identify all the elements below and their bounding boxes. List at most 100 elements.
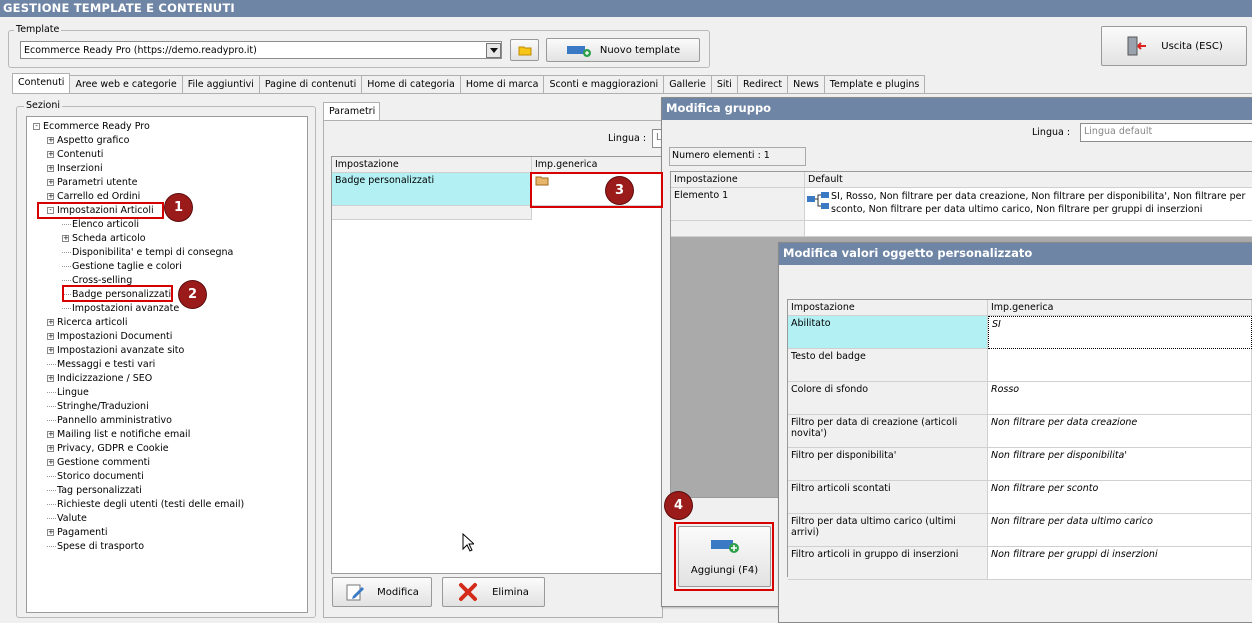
tree-item[interactable]: Spese di trasporto [27,540,307,554]
delete-button[interactable]: Elimina [442,577,545,607]
tree-item-label: Inserzioni [57,163,103,174]
custom-col-setting: Impostazione [788,300,988,316]
new-template-button[interactable]: Nuovo template [546,38,700,62]
expand-icon[interactable]: + [47,529,54,536]
tree-item[interactable]: + Gestione commenti [27,456,307,470]
tree-connector [47,504,56,505]
tree-item[interactable]: Gestione taglie e colori [27,260,307,274]
sections-tree[interactable]: - Ecommerce Ready Pro + Aspetto grafico + Co… [26,116,308,613]
tree-item[interactable]: Disponibilita' e tempi di consegna [27,246,307,260]
tree-item[interactable]: + Indicizzazione / SEO [27,372,307,386]
custom-row-name[interactable]: Testo del badge [788,349,988,382]
sections-label: Sezioni [24,100,62,111]
tree-item[interactable]: + Impostazioni avanzate sito [27,344,307,358]
tree-item[interactable]: Valute [27,512,307,526]
exit-button[interactable]: Uscita (ESC) [1101,26,1247,66]
tree-item[interactable]: + Inserzioni [27,162,307,176]
group-element-default[interactable]: SI, Rosso, Non filtrare per data creazio… [805,188,1252,221]
custom-row-name[interactable]: Filtro articoli scontati [788,481,988,514]
tree-item-label: Impostazioni avanzate sito [57,345,185,356]
custom-row-name[interactable]: Colore di sfondo [788,382,988,415]
tree-item[interactable]: + Impostazioni Documenti [27,330,307,344]
group-grid-footer [671,221,805,237]
tree-item-label: Indicizzazione / SEO [57,373,153,384]
tab-7[interactable]: Gallerie [664,75,712,93]
open-folder-button[interactable] [510,39,539,61]
tree-item[interactable]: + Ricerca articoli [27,316,307,330]
tree-item[interactable]: + Parametri utente [27,176,307,190]
expand-icon[interactable]: + [47,347,54,354]
custom-row-value[interactable]: SI [988,316,1252,349]
tab-11[interactable]: Template e plugins [824,75,926,93]
expand-icon[interactable]: + [47,375,54,382]
expand-icon[interactable]: + [62,235,69,242]
annotation-box-1 [37,202,164,219]
tab-9[interactable]: Redirect [737,75,789,93]
group-dialog-title: Modifica gruppo [662,98,1252,120]
tree-item[interactable]: Storico documenti [27,470,307,484]
tab-2[interactable]: File aggiuntivi [182,75,260,93]
custom-row-name[interactable]: Abilitato [788,316,988,349]
expand-icon[interactable]: + [47,179,54,186]
expand-icon[interactable]: + [47,319,54,326]
tree-item[interactable]: + Pagamenti [27,526,307,540]
tab-4[interactable]: Home di categoria [362,75,461,93]
tab-3[interactable]: Pagine di contenuti [259,75,363,93]
tree-item-label: Spese di trasporto [57,541,145,552]
tree-item[interactable]: Impostazioni avanzate [27,302,307,316]
tree-item[interactable]: Stringhe/Traduzioni [27,400,307,414]
tree-item[interactable]: + Privacy, GDPR e Cookie [27,442,307,456]
expand-icon[interactable]: + [47,431,54,438]
tree-item[interactable]: Messaggi e testi vari [27,358,307,372]
expand-icon[interactable]: + [47,459,54,466]
expand-icon[interactable]: + [47,151,54,158]
group-element-name[interactable]: Elemento 1 [671,188,805,221]
custom-row-value[interactable]: Non filtrare per disponibilita' [988,448,1252,481]
expand-icon[interactable]: + [47,165,54,172]
chevron-down-icon[interactable] [486,42,501,58]
tab-1[interactable]: Aree web e categorie [70,75,183,93]
tree-item[interactable]: + Contenuti [27,148,307,162]
custom-row-value[interactable]: Non filtrare per sconto [988,481,1252,514]
custom-row-name[interactable]: Filtro per disponibilita' [788,448,988,481]
expand-icon[interactable]: + [47,445,54,452]
custom-row-value[interactable]: Non filtrare per gruppi di inserzioni [988,547,1252,580]
template-select-value: Ecommerce Ready Pro (https://demo.readyp… [24,44,257,56]
modify-button[interactable]: Modifica [332,577,432,607]
tab-10[interactable]: News [788,75,825,93]
tree-item[interactable]: Pannello amministrativo [27,414,307,428]
custom-row-name[interactable]: Filtro per data di creazione (articoli n… [788,415,988,448]
annotation-box-2 [62,285,173,302]
group-lingua-select[interactable]: Lingua default [1080,123,1252,142]
custom-row-value[interactable]: Non filtrare per data creazione [988,415,1252,448]
tree-item[interactable]: Lingue [27,386,307,400]
collapse-icon[interactable]: - [33,123,40,130]
expand-icon[interactable]: + [47,137,54,144]
tree-item[interactable]: + Mailing list e notifiche email [27,428,307,442]
tab-5[interactable]: Home di marca [460,75,545,93]
tree-item-label: Storico documenti [57,471,144,482]
template-select[interactable]: Ecommerce Ready Pro (https://demo.readyp… [20,41,502,59]
tree-root[interactable]: - Ecommerce Ready Pro [27,120,307,134]
custom-row-name[interactable]: Filtro per data ultimo carico (ultimi ar… [788,514,988,547]
params-tab[interactable]: Parametri [323,102,380,121]
tree-item[interactable]: + Aspetto grafico [27,134,307,148]
tree-item-label: Pannello amministrativo [57,415,172,426]
custom-row-value[interactable]: Non filtrare per data ultimo carico [988,514,1252,547]
expand-icon[interactable]: + [47,333,54,340]
tab-8[interactable]: Siti [711,75,738,93]
tree-item[interactable]: + Scheda articolo [27,232,307,246]
tree-connector [47,476,56,477]
expand-icon[interactable]: + [47,193,54,200]
tab-0[interactable]: Contenuti [12,73,71,93]
custom-row-name[interactable]: Filtro articoli in gruppo di inserzioni [788,547,988,580]
custom-row-value[interactable] [988,349,1252,382]
tree-item[interactable]: Elenco articoli [27,218,307,232]
custom-row-value[interactable]: Rosso [988,382,1252,415]
params-row-badge[interactable]: Badge personalizzati [332,173,532,206]
tab-6[interactable]: Sconti e maggiorazioni [544,75,665,93]
params-lingua-label: Lingua : [608,133,647,144]
group-grid-footer-right [805,221,1252,237]
tree-item[interactable]: Tag personalizzati [27,484,307,498]
tree-item[interactable]: Richieste degli utenti (testi delle emai… [27,498,307,512]
